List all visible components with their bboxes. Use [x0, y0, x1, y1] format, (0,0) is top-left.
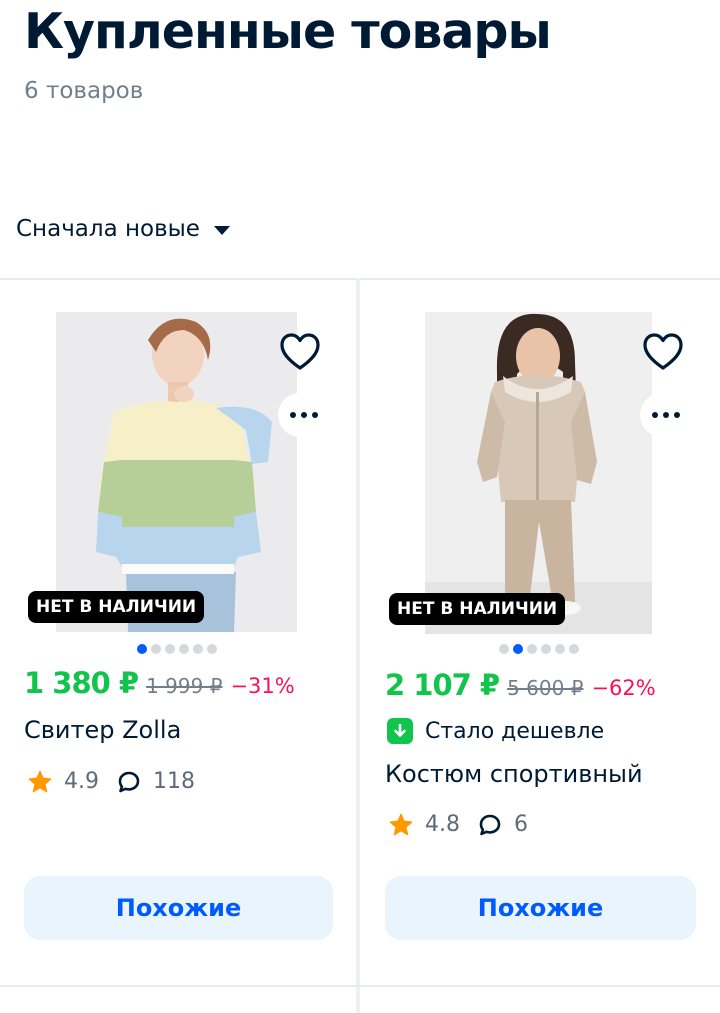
star-icon: [28, 770, 52, 792]
price-row: 1 380 ₽ 1 999 ₽ −31%: [24, 666, 295, 700]
product-name[interactable]: Свитер Zolla: [24, 716, 181, 744]
pagination-dot[interactable]: [193, 644, 203, 654]
product-card[interactable]: НЕТ В НАЛИЧИИ 1 380 ₽ 1 999 ₽ −31% Свите…: [0, 280, 356, 985]
grid-divider-bottom: [0, 985, 720, 987]
image-pagination: [499, 644, 579, 654]
pagination-dot[interactable]: [137, 644, 147, 654]
pagination-dot[interactable]: [207, 644, 217, 654]
promo-text: Стало дешевле: [425, 718, 605, 744]
arrow-down-icon: [387, 718, 413, 744]
items-count: 6 товаров: [24, 78, 144, 104]
rating-value: 4.8: [425, 812, 460, 837]
current-price: 2 107 ₽: [385, 668, 500, 702]
reviews-count: 6: [514, 812, 528, 837]
pagination-dot[interactable]: [555, 644, 565, 654]
sort-label: Сначала новые: [16, 216, 200, 242]
old-price: 5 600 ₽: [507, 676, 584, 700]
rating-row[interactable]: 4.8 6: [389, 812, 528, 837]
discount-percent: −62%: [591, 676, 656, 700]
caret-down-icon: [213, 225, 230, 235]
image-pagination: [137, 644, 217, 654]
more-options-icon[interactable]: [278, 393, 326, 437]
pagination-dot[interactable]: [499, 644, 509, 654]
out-of-stock-badge: НЕТ В НАЛИЧИИ: [28, 591, 205, 623]
out-of-stock-badge: НЕТ В НАЛИЧИИ: [389, 593, 566, 625]
product-image[interactable]: [425, 312, 652, 634]
old-price: 1 999 ₽: [146, 674, 223, 698]
rating-value: 4.9: [64, 769, 99, 794]
heart-icon[interactable]: [277, 330, 323, 376]
pagination-dot[interactable]: [569, 644, 579, 654]
star-icon: [389, 813, 413, 835]
heart-icon[interactable]: [640, 330, 686, 376]
discount-percent: −31%: [230, 674, 295, 698]
product-card[interactable]: НЕТ В НАЛИЧИИ 2 107 ₽ 5 600 ₽ −62% Стало…: [360, 280, 716, 985]
product-name[interactable]: Костюм спортивный: [385, 760, 643, 788]
current-price: 1 380 ₽: [24, 666, 139, 700]
reviews-count: 118: [153, 769, 195, 794]
comment-icon: [479, 814, 501, 835]
pagination-dot[interactable]: [179, 644, 189, 654]
more-options-icon[interactable]: [640, 393, 688, 437]
pagination-dot[interactable]: [513, 644, 523, 654]
page-title: Купленные товары: [24, 3, 552, 60]
comment-icon: [118, 771, 140, 792]
product-image[interactable]: [56, 312, 297, 632]
rating-row[interactable]: 4.9 118: [28, 769, 195, 794]
similar-button[interactable]: Похожие: [24, 876, 333, 940]
similar-button[interactable]: Похожие: [385, 876, 696, 940]
price-row: 2 107 ₽ 5 600 ₽ −62%: [385, 668, 656, 702]
pagination-dot[interactable]: [541, 644, 551, 654]
pagination-dot[interactable]: [151, 644, 161, 654]
pagination-dot[interactable]: [165, 644, 175, 654]
sort-dropdown[interactable]: Сначала новые: [16, 213, 230, 245]
pagination-dot[interactable]: [527, 644, 537, 654]
price-drop-label: Стало дешевле: [387, 718, 604, 744]
